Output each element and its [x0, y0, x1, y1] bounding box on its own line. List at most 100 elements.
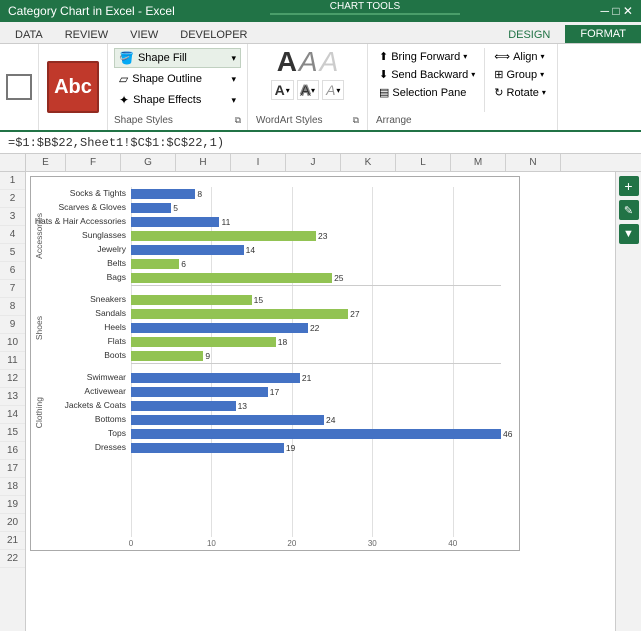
row-17: 17	[0, 460, 25, 478]
arrange-section-label: Arrange	[376, 115, 412, 126]
row-11: 11	[0, 352, 25, 370]
rotate-icon: ↻	[494, 86, 503, 99]
shape-effects-btn[interactable]: ✦ Shape Effects ▾	[114, 90, 241, 110]
row-13: 13	[0, 388, 25, 406]
formula-bar: =$1:$B$22,Sheet1!$C$1:$C$22,1)	[0, 132, 641, 154]
row-21: 21	[0, 532, 25, 550]
row-22: 22	[0, 550, 25, 568]
wordart-expand-icon[interactable]: ⧉	[353, 115, 359, 126]
align-dropdown-icon: ▾	[541, 52, 545, 61]
window-controls: ─ □ ✕	[601, 4, 633, 18]
row-2: 2	[0, 190, 25, 208]
row-15: 15	[0, 424, 25, 442]
tab-developer[interactable]: DEVELOPER	[169, 26, 258, 43]
arrange-section: ⬆ Bring Forward ▾ ⬇ Send Backward ▾ ▤ Se…	[368, 44, 558, 130]
grid-body: 1 2 3 4 5 6 7 8 9 10 11 12 13 14 15 16 1…	[0, 172, 641, 631]
group-dropdown-icon: ▾	[540, 70, 544, 79]
bring-forward-dropdown-icon: ▾	[463, 52, 467, 61]
col-header-l: L	[396, 154, 451, 171]
group-icon: ⊞	[494, 68, 503, 81]
tab-data[interactable]: DATA	[4, 26, 54, 43]
shape-styles-expand-icon[interactable]: ⧉	[235, 115, 241, 126]
row-12: 12	[0, 370, 25, 388]
outline-icon: ▱	[119, 72, 128, 86]
col-header-h: H	[176, 154, 231, 171]
row-14: 14	[0, 406, 25, 424]
chart-area: 01020304050Socks & Tights8Scarves & Glov…	[26, 172, 641, 631]
paint-bucket-icon: 🪣	[119, 51, 134, 65]
text-box-btn[interactable]	[6, 74, 32, 100]
col-header-f: F	[66, 154, 121, 171]
title-area: Category Chart in Excel - Excel CHART TO…	[0, 0, 641, 44]
tab-view[interactable]: VIEW	[119, 26, 169, 43]
row-7: 7	[0, 280, 25, 298]
row-10: 10	[0, 334, 25, 352]
text-fill-btn[interactable]: A ▾	[271, 80, 294, 100]
tab-design[interactable]: DESIGN	[493, 26, 565, 43]
send-backward-btn[interactable]: ⬇ Send Backward ▾	[376, 66, 478, 83]
column-headers: E F G H I J K L M N	[0, 154, 641, 172]
effects-icon: ✦	[119, 93, 129, 107]
text-box-section	[0, 44, 39, 130]
text-outline-dropdown-icon: ▾	[311, 86, 315, 95]
col-header-n: N	[506, 154, 561, 171]
col-header-m: M	[451, 154, 506, 171]
shape-outline-btn[interactable]: ▱ Shape Outline ▾	[114, 69, 241, 89]
shape-fill-btn[interactable]: 🪣 Shape Fill ▾	[114, 48, 241, 68]
row-5: 5	[0, 244, 25, 262]
row-20: 20	[0, 514, 25, 532]
col-header-g: G	[121, 154, 176, 171]
wordart-a3: A	[320, 48, 339, 76]
text-effects-btn[interactable]: A ▾	[322, 80, 344, 100]
row-4: 4	[0, 226, 25, 244]
chart-edit-btn[interactable]: ✎	[619, 200, 639, 220]
abc-button[interactable]: Abc	[47, 61, 99, 113]
bring-forward-btn[interactable]: ⬆ Bring Forward ▾	[376, 48, 478, 65]
dropdown-arrow-icon: ▾	[231, 53, 236, 64]
group-btn[interactable]: ⊞ Group ▾	[491, 66, 549, 83]
text-outline-btn[interactable]: A ▾	[297, 80, 319, 100]
row-headers: 1 2 3 4 5 6 7 8 9 10 11 12 13 14 15 16 1…	[0, 172, 26, 631]
chart-add-btn[interactable]: +	[619, 176, 639, 196]
send-backward-icon: ⬇	[379, 68, 388, 81]
row-8: 8	[0, 298, 25, 316]
wordart-section-label: WordArt Styles	[256, 115, 323, 126]
row-3: 3	[0, 208, 25, 226]
title-text: Category Chart in Excel - Excel	[8, 4, 175, 18]
row-19: 19	[0, 496, 25, 514]
bring-forward-icon: ⬆	[379, 50, 388, 63]
tab-format[interactable]: FORMAT	[565, 25, 641, 43]
wordart-a2: A	[299, 48, 318, 76]
text-effects-dropdown-icon: ▾	[336, 86, 340, 95]
col-header-k: K	[341, 154, 396, 171]
tab-review[interactable]: REVIEW	[54, 26, 119, 43]
shape-styles-section: 🪣 Shape Fill ▾ ▱ Shape Outline ▾ ✦ Shape…	[108, 44, 248, 130]
send-backward-dropdown-icon: ▾	[471, 70, 475, 79]
dropdown-arrow2-icon: ▾	[231, 74, 236, 85]
right-sidebar: + ✎ ▼	[615, 172, 641, 631]
selection-pane-icon: ▤	[379, 86, 389, 99]
row-16: 16	[0, 442, 25, 460]
row-6: 6	[0, 262, 25, 280]
spreadsheet: E F G H I J K L M N 1 2 3 4 5 6 7 8 9 10…	[0, 154, 641, 631]
chart-wrapper[interactable]: 01020304050Socks & Tights8Scarves & Glov…	[26, 172, 615, 631]
text-fill-dropdown-icon: ▾	[286, 86, 290, 95]
dropdown-arrow3-icon: ▾	[231, 95, 236, 106]
align-icon: ⟺	[494, 50, 510, 63]
chart-filter-btn[interactable]: ▼	[619, 224, 639, 244]
rotate-dropdown-icon: ▾	[542, 88, 546, 97]
main-chart[interactable]: 01020304050Socks & Tights8Scarves & Glov…	[30, 176, 520, 551]
rotate-btn[interactable]: ↻ Rotate ▾	[491, 84, 549, 101]
wordart-a1: A	[277, 48, 297, 76]
abc-section: Abc	[39, 44, 108, 130]
row-1: 1	[0, 172, 25, 190]
wordart-section: A A A A ▾ A ▾ A ▾ WordArt Styles ⧉	[248, 44, 368, 130]
align-btn[interactable]: ⟺ Align ▾	[491, 48, 549, 65]
ribbon: Abc 🪣 Shape Fill ▾ ▱ Shape Outline ▾ ✦ S…	[0, 44, 641, 132]
selection-pane-btn[interactable]: ▤ Selection Pane	[376, 84, 478, 101]
col-header-i: I	[231, 154, 286, 171]
row-18: 18	[0, 478, 25, 496]
col-header-e: E	[26, 154, 66, 171]
shape-styles-label: Shape Styles	[114, 115, 173, 126]
col-header-j: J	[286, 154, 341, 171]
